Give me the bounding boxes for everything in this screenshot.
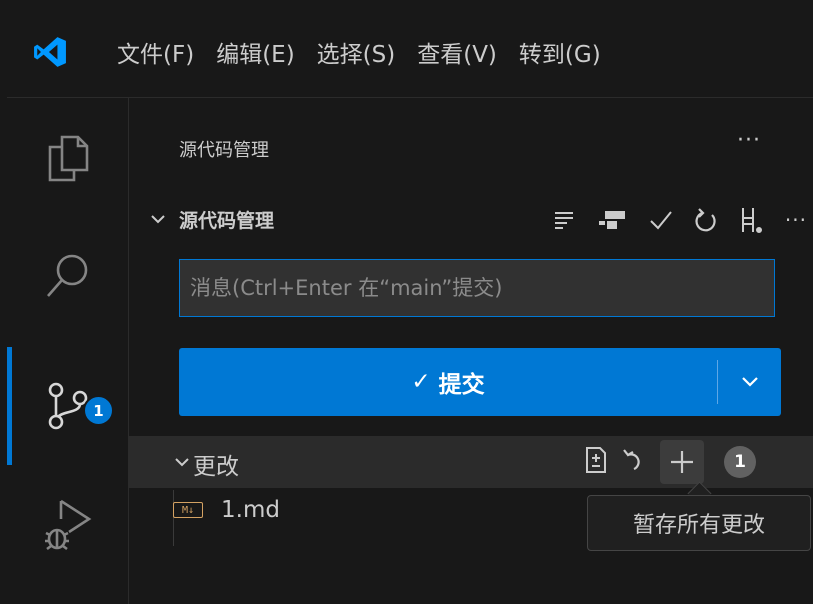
list-view-icon (554, 212, 573, 229)
commit-button-label: 提交 (438, 372, 485, 398)
scm-section-header[interactable]: 源代码管理 ··· (143, 202, 807, 238)
sidebar-more-button[interactable]: ··· (737, 128, 761, 153)
branch-actions-button[interactable] (739, 206, 763, 234)
check-icon (650, 211, 672, 230)
changes-actions: 1 (584, 436, 756, 488)
markdown-file-icon: M↓ (173, 502, 203, 518)
refresh-icon (695, 208, 716, 232)
stage-all-tooltip: 暂存所有更改 (587, 495, 811, 551)
scm-sidebar: 源代码管理 ··· 源代码管理 ··· 消息(Ctrl+Enter 在“main… (129, 98, 813, 604)
commit-check-icon: ✓ (411, 369, 431, 395)
plus-icon (671, 451, 693, 473)
menu-go[interactable]: 转到(G) (519, 35, 601, 69)
source-control-badge: 1 (83, 395, 114, 426)
scm-more-actions-button[interactable]: ··· (785, 208, 807, 232)
commit-button[interactable]: ✓ 提交 (179, 348, 717, 416)
menu-selection[interactable]: 选择(S) (317, 35, 396, 69)
menu-edit[interactable]: 编辑(E) (216, 35, 294, 69)
stage-all-button[interactable] (660, 440, 704, 484)
activity-explorer[interactable] (7, 108, 128, 208)
branch-icon (741, 208, 762, 233)
commit-dropdown-button[interactable] (718, 348, 781, 416)
file-name: 1.md (221, 497, 280, 523)
sidebar-title: 源代码管理 (179, 140, 269, 161)
open-changes-button[interactable] (584, 446, 608, 478)
chevron-down-icon (741, 377, 758, 387)
open-file-icon (586, 447, 606, 473)
chevron-down-icon (151, 215, 165, 224)
menu-file[interactable]: 文件(F) (117, 35, 194, 69)
changed-file-row[interactable]: M↓ 1.md (173, 490, 573, 532)
graph-icon (598, 211, 625, 229)
scm-section-title: 源代码管理 (179, 210, 275, 232)
show-graph-button[interactable] (597, 209, 627, 231)
scm-toolbar: ··· (553, 202, 807, 238)
commit-toolbar-button[interactable] (649, 209, 673, 231)
refresh-button[interactable] (695, 207, 717, 233)
menu-view[interactable]: 查看(V) (417, 35, 497, 69)
menu-bar: 文件(F) 编辑(E) 选择(S) 查看(V) 转到(G) (117, 7, 623, 97)
chevron-down-icon (175, 458, 189, 467)
vscode-logo-icon (34, 37, 66, 67)
activity-bar: 1 (7, 98, 129, 604)
commit-button-group: ✓ 提交 (179, 348, 781, 416)
run-debug-icon (44, 499, 91, 551)
changes-count-badge: 1 (724, 446, 756, 478)
activity-run-debug[interactable] (7, 474, 128, 574)
changes-group-row[interactable]: 更改 1 (129, 436, 813, 488)
vscode-window: 文件(F) 编辑(E) 选择(S) 查看(V) 转到(G) 1 源代码管理 ··… (7, 7, 813, 604)
files-icon (48, 135, 88, 182)
activity-search[interactable] (7, 226, 128, 326)
changes-label: 更改 (193, 454, 239, 480)
search-icon (46, 254, 87, 297)
title-bar: 文件(F) 编辑(E) 选择(S) 查看(V) 转到(G) (7, 7, 813, 98)
commit-message-input[interactable] (179, 259, 775, 317)
view-as-list-button[interactable] (553, 210, 575, 230)
discard-icon (623, 449, 640, 471)
discard-all-button[interactable] (622, 447, 646, 477)
